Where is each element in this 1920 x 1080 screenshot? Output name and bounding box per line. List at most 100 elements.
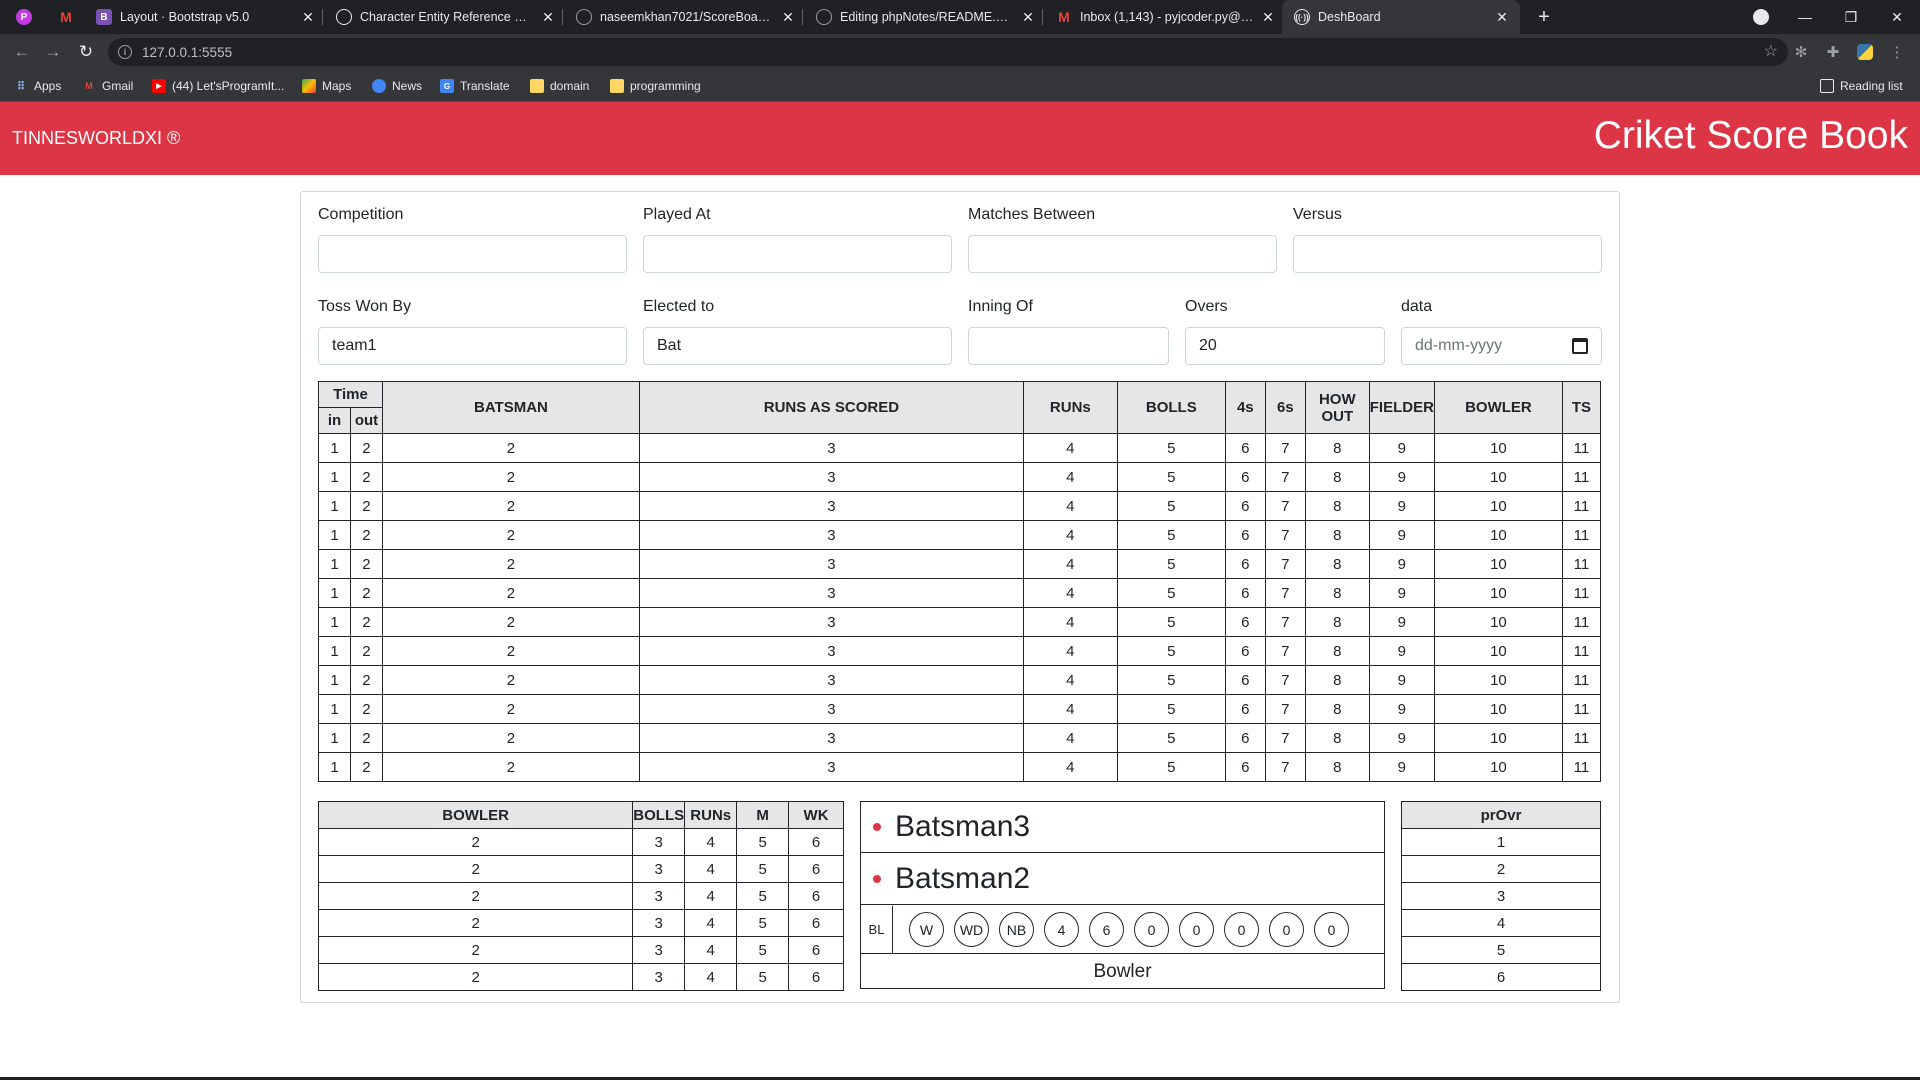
bolls-cell: 5 bbox=[1116, 462, 1226, 492]
reading-list[interactable]: Reading list bbox=[1820, 77, 1903, 95]
runs-cell: 4 bbox=[1022, 549, 1118, 579]
competition-input[interactable] bbox=[318, 235, 627, 273]
ball-outcome[interactable]: 0 bbox=[1134, 912, 1169, 947]
ball-outcome[interactable]: WD bbox=[954, 912, 989, 947]
tab-pinned-gmail[interactable]: M bbox=[58, 0, 82, 34]
tab-github-readme[interactable]: Editing phpNotes/README.md a ✕ bbox=[816, 0, 1036, 34]
non-striker-row[interactable]: Batsman2 bbox=[861, 854, 1384, 905]
browser-tab-strip: P M B Layout · Bootstrap v5.0 ✕ Characte… bbox=[0, 0, 1920, 34]
elected-to-input[interactable] bbox=[643, 327, 952, 365]
ball-outcome[interactable]: W bbox=[909, 912, 944, 947]
ball-outcome[interactable]: NB bbox=[999, 912, 1034, 947]
close-icon[interactable]: ✕ bbox=[540, 9, 556, 26]
bookmark-label: News bbox=[392, 79, 423, 93]
tab-deshboard[interactable]: ((·)) DeshBoard ✕ bbox=[1282, 0, 1520, 34]
tab-github-scoreboard[interactable]: naseemkhan7021/ScoreBoard: Fi ✕ bbox=[576, 0, 796, 34]
bookmark-apps[interactable]: ⠿ Apps bbox=[14, 77, 61, 95]
close-icon[interactable]: ✕ bbox=[1494, 9, 1510, 26]
brand-name[interactable]: TINNESWORLDXI ® bbox=[12, 128, 180, 149]
how-out-cell: 8 bbox=[1304, 694, 1370, 724]
close-icon[interactable]: ✕ bbox=[300, 9, 316, 26]
inning-of-input[interactable] bbox=[968, 327, 1169, 365]
bookmark-label: (44) Let'sProgramIt... bbox=[172, 79, 285, 93]
bolls-cell: 5 bbox=[1116, 694, 1226, 724]
close-icon[interactable]: ✕ bbox=[780, 9, 796, 26]
how-out-cell: 8 bbox=[1304, 462, 1370, 492]
back-icon[interactable]: ← bbox=[10, 40, 34, 64]
tab-separator bbox=[322, 9, 323, 25]
tab-bootstrap[interactable]: B Layout · Bootstrap v5.0 ✕ bbox=[96, 0, 316, 34]
time-in-cell: 1 bbox=[318, 752, 351, 782]
bookmark-folder-programming[interactable]: programming bbox=[610, 77, 701, 95]
bowler-cell: 2 bbox=[317, 909, 634, 937]
date-input[interactable]: dd-mm-yyyy bbox=[1401, 327, 1602, 365]
bookmark-news[interactable]: News bbox=[372, 77, 422, 95]
fielder-cell: 9 bbox=[1368, 549, 1435, 579]
bookmark-folder-domain[interactable]: domain bbox=[530, 77, 589, 95]
reload-icon[interactable]: ↻ bbox=[74, 40, 98, 64]
extensions-puzzle-icon[interactable]: ✚ bbox=[1824, 43, 1842, 61]
folder-icon bbox=[530, 79, 544, 93]
window-close-icon[interactable]: ✕ bbox=[1874, 0, 1920, 34]
live-score-panel: Batsman3 Batsman2 BL W WD NB 4 6 0 0 0 0 0 Bowler bbox=[860, 801, 1385, 989]
ball-outcome[interactable]: 6 bbox=[1089, 912, 1124, 947]
runs-cell: 4 bbox=[684, 963, 738, 991]
forward-icon[interactable]: → bbox=[41, 40, 65, 64]
app-p-icon: P bbox=[16, 9, 32, 25]
versus-input[interactable] bbox=[1293, 235, 1602, 273]
ts-cell: 11 bbox=[1561, 636, 1602, 666]
ball-outcome[interactable]: 0 bbox=[1224, 912, 1259, 947]
matches-between-input[interactable] bbox=[968, 235, 1277, 273]
ball-outcome[interactable]: 4 bbox=[1044, 912, 1079, 947]
info-icon[interactable]: i bbox=[118, 45, 132, 59]
tab-inbox[interactable]: M Inbox (1,143) - pyjcoder.py@gm ✕ bbox=[1056, 0, 1276, 34]
restore-icon[interactable]: ❐ bbox=[1828, 0, 1874, 34]
bookmark-maps[interactable]: Maps bbox=[302, 77, 351, 95]
bullet-icon bbox=[873, 823, 881, 831]
tab-entity-chart[interactable]: Character Entity Reference Chart ✕ bbox=[336, 0, 556, 34]
table-row: 1 2 2 3 4 5 6 7 8 9 10 11 bbox=[318, 752, 1602, 782]
bookmark-gmail[interactable]: M Gmail bbox=[82, 77, 133, 95]
maidens-cell: 5 bbox=[736, 855, 790, 883]
ts-cell: 11 bbox=[1561, 491, 1602, 521]
fours-cell: 6 bbox=[1224, 665, 1266, 695]
bookmark-label: Gmail bbox=[102, 79, 134, 93]
bookmark-star-icon[interactable]: ☆ bbox=[1764, 41, 1778, 61]
bolls-cell: 5 bbox=[1116, 636, 1226, 666]
tab-separator bbox=[562, 9, 563, 25]
close-icon[interactable]: ✕ bbox=[1020, 9, 1036, 26]
toss-won-by-input[interactable] bbox=[318, 327, 627, 365]
sixes-cell: 7 bbox=[1264, 462, 1306, 492]
table-row: 6 bbox=[1401, 963, 1601, 991]
played-at-input[interactable] bbox=[643, 235, 952, 273]
menu-kebab-icon[interactable]: ⋮ bbox=[1888, 43, 1906, 61]
fielder-cell: 9 bbox=[1368, 636, 1435, 666]
competition-label: Competition bbox=[318, 206, 404, 223]
address-bar[interactable]: i 127.0.0.1:5555 ☆ bbox=[108, 38, 1788, 66]
ball-outcome[interactable]: 0 bbox=[1179, 912, 1214, 947]
ts-cell: 11 bbox=[1561, 462, 1602, 492]
wickets-cell: 6 bbox=[788, 963, 844, 991]
bookmark-youtube[interactable]: ▶ (44) Let'sProgramIt... bbox=[152, 77, 284, 95]
bookmark-label: Maps bbox=[322, 79, 352, 93]
runs-cell: 4 bbox=[684, 936, 738, 964]
bookmark-translate[interactable]: G Translate bbox=[440, 77, 510, 95]
extension-gear-icon[interactable]: ✻ bbox=[1792, 43, 1810, 61]
ball-outcome[interactable]: 0 bbox=[1314, 912, 1349, 947]
bookmark-label: programming bbox=[630, 79, 701, 93]
runs-cell: 4 bbox=[1022, 433, 1118, 463]
calendar-icon[interactable] bbox=[1572, 338, 1588, 354]
fours-cell: 6 bbox=[1224, 694, 1266, 724]
profile-icon[interactable] bbox=[1738, 0, 1784, 34]
overs-input[interactable] bbox=[1185, 327, 1385, 365]
sixes-cell: 7 bbox=[1264, 752, 1306, 782]
tab-pinned-1[interactable]: P bbox=[16, 0, 40, 34]
new-tab-button[interactable]: + bbox=[1532, 0, 1556, 34]
ball-outcome[interactable]: 0 bbox=[1269, 912, 1304, 947]
close-icon[interactable]: ✕ bbox=[1260, 9, 1276, 26]
minimize-icon[interactable]: — bbox=[1782, 0, 1828, 34]
tab-title: DeshBoard bbox=[1318, 10, 1381, 24]
python-icon[interactable] bbox=[1856, 43, 1874, 61]
table-row: 1 2 2 3 4 5 6 7 8 9 10 11 bbox=[318, 694, 1602, 724]
striker-row[interactable]: Batsman3 bbox=[861, 802, 1384, 853]
